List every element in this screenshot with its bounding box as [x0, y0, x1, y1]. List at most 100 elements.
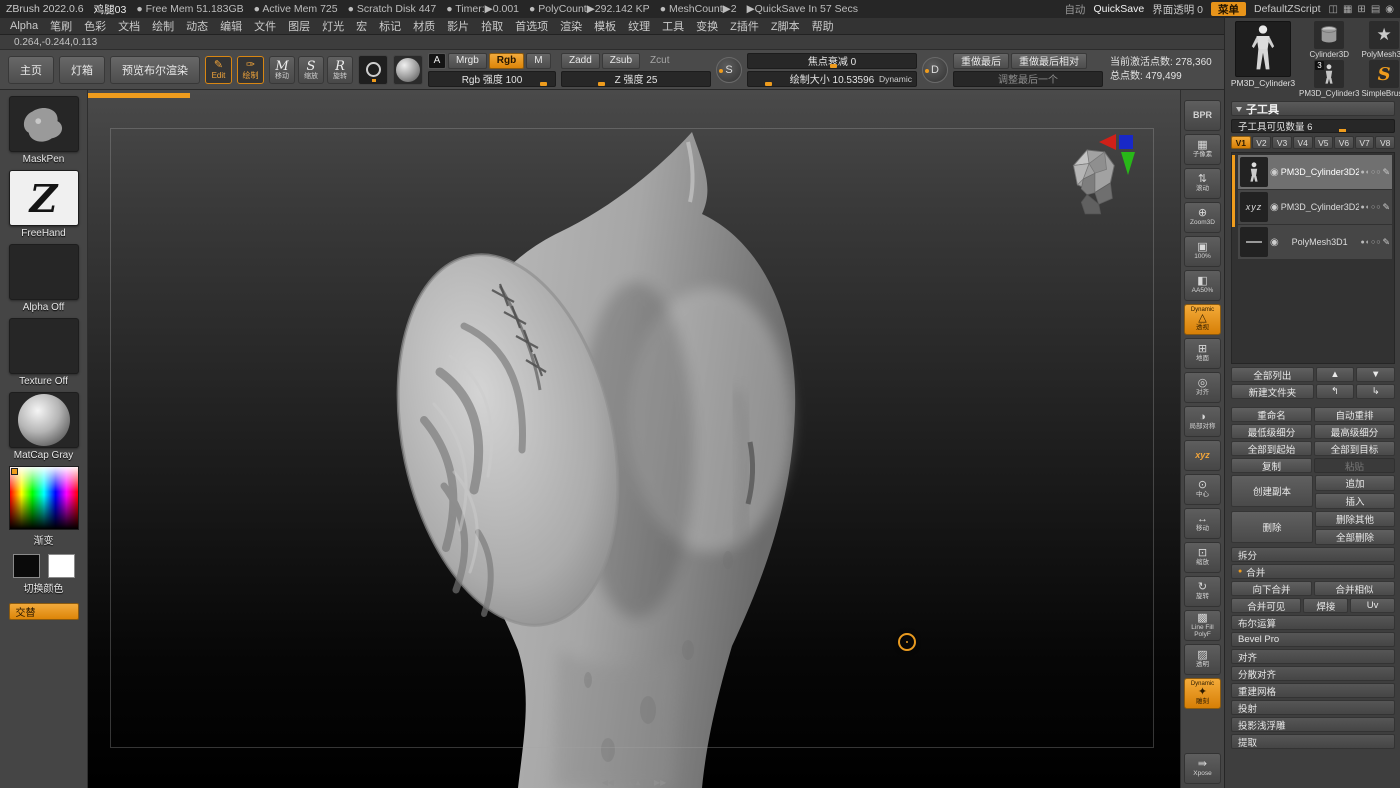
tool-item-3[interactable]: SSimpleBrush [1361, 60, 1400, 98]
current-stroke[interactable]: Z FreeHand [9, 170, 79, 239]
subtool-item[interactable]: ◉PM3D_Cylinder3D2●◐○○✎ [1238, 155, 1392, 189]
subtool-最高级细分-button[interactable]: 最高级细分 [1314, 424, 1395, 439]
delete-button[interactable]: 删除 [1231, 511, 1313, 543]
shelf-zoom3d-button[interactable]: ⊕Zoom3D [1184, 202, 1221, 233]
alpha-chip[interactable]: A [428, 53, 446, 69]
split-section[interactable]: 拆分 [1231, 547, 1395, 562]
quicksave-button[interactable]: QuickSave [1093, 3, 1144, 15]
preview-boolean-button[interactable]: 预览布尔渲染 [110, 56, 200, 84]
menu-item-18[interactable]: 纹理 [622, 18, 656, 34]
material-sphere-preview[interactable] [393, 55, 423, 85]
subtool-item[interactable]: ◉PolyMesh3D1●◐○○✎ [1238, 225, 1392, 259]
menu-item-22[interactable]: Z脚本 [765, 18, 806, 34]
toggle-dot-icon[interactable]: ○ [1376, 169, 1380, 176]
swap-color-button[interactable]: 交替 [9, 603, 79, 620]
shelf-scroll-button[interactable]: ⇅滚动 [1184, 168, 1221, 199]
adjust-last-slider[interactable]: 调整最后一个 [953, 71, 1103, 87]
menu-item-11[interactable]: 标记 [373, 18, 407, 34]
toggle-dot-icon[interactable]: ○ [1371, 169, 1375, 176]
shelf-rotate-button[interactable]: ↻旋转 [1184, 576, 1221, 607]
list-all-button[interactable]: 全部列出 [1231, 367, 1314, 382]
menu-item-13[interactable]: 影片 [441, 18, 475, 34]
weld-button[interactable]: 焊接 [1303, 598, 1348, 613]
subtool-最低级细分-button[interactable]: 最低级细分 [1231, 424, 1312, 439]
shelf-bpr-button[interactable]: BPR [1184, 100, 1221, 131]
subtool-palette-header[interactable]: 子工具 [1231, 101, 1395, 116]
subtool-全部到目标-button[interactable]: 全部到目标 [1314, 441, 1395, 456]
menu-item-6[interactable]: 编辑 [214, 18, 248, 34]
menu-item-14[interactable]: 拾取 [475, 18, 509, 34]
subtool-tab-V6[interactable]: V6 [1334, 136, 1354, 149]
menu-item-7[interactable]: 文件 [248, 18, 282, 34]
menu-item-2[interactable]: 色彩 [78, 18, 112, 34]
folder-in-button[interactable]: ↳ [1356, 384, 1395, 399]
current-alpha[interactable]: Alpha Off [9, 244, 79, 313]
subtool-复制-button[interactable]: 复制 [1231, 458, 1312, 473]
shelf-move-button[interactable]: ↔移动 [1184, 508, 1221, 539]
ui-opacity-slider[interactable]: 界面透明 0 [1152, 2, 1203, 17]
tool-item-2[interactable]: 3PM3D_Cylinder3 [1299, 60, 1359, 98]
toggle-dot-icon[interactable]: ◐ [1366, 204, 1370, 211]
paint-pen-icon[interactable]: ✎ [1382, 167, 1390, 178]
stroke-dial[interactable]: S [716, 57, 742, 83]
subtool-up-button[interactable]: ▲ [1316, 367, 1355, 382]
menu-item-16[interactable]: 渲染 [554, 18, 588, 34]
subtool-tab-V2[interactable]: V2 [1252, 136, 1272, 149]
draw-size-slider[interactable]: 绘制大小 10.53596 Dynamic [747, 71, 917, 87]
delete-other-button[interactable]: 删除其他 [1315, 511, 1395, 527]
primary-color-swatch[interactable] [13, 554, 40, 578]
subtool-down-button[interactable]: ▼ [1356, 367, 1395, 382]
merge-similar-button[interactable]: 合并相似 [1314, 581, 1395, 596]
titlebar-icon-1[interactable]: ▦ [1343, 4, 1352, 15]
subtool-visible-count-slider[interactable]: 子工具可见数量 6 [1231, 119, 1395, 133]
rgb-button[interactable]: Rgb [489, 53, 524, 69]
append-button[interactable]: 追加 [1315, 475, 1395, 491]
section-2[interactable]: 对齐 [1231, 649, 1395, 664]
toggle-dot-icon[interactable]: ○ [1376, 239, 1380, 246]
folder-out-button[interactable]: ↰ [1316, 384, 1355, 399]
toggle-dot-icon[interactable]: ◐ [1366, 169, 1370, 176]
shelf-actual-button[interactable]: ▣100% [1184, 236, 1221, 267]
subtool-item[interactable]: xyz◉PM3D_Cylinder3D2_7●◐○○✎ [1238, 190, 1392, 224]
home-button[interactable]: 主页 [8, 56, 54, 84]
shelf-floor-button[interactable]: ⊞地面 [1184, 338, 1221, 369]
zadd-button[interactable]: Zadd [561, 53, 600, 69]
gizmo-scale-button[interactable]: S缩放 [298, 56, 324, 84]
current-tool[interactable]: PM3D_Cylinder3 [1231, 21, 1295, 98]
visibility-eye-icon[interactable]: ◉ [1270, 202, 1279, 213]
subtool-tab-V8[interactable]: V8 [1375, 136, 1395, 149]
zcut-button[interactable]: Zcut [642, 53, 677, 69]
tool-item-1[interactable]: ★PolyMesh3D [1361, 21, 1400, 59]
section-6[interactable]: 投影浅浮雕 [1231, 717, 1395, 732]
lightbox-button[interactable]: 灯箱 [59, 56, 105, 84]
menu-item-8[interactable]: 图层 [282, 18, 316, 34]
visibility-eye-icon[interactable]: ◉ [1270, 167, 1279, 178]
shelf-local-symmetry-button[interactable]: ◑局部对称 [1184, 406, 1221, 437]
section-7[interactable]: 提取 [1231, 734, 1395, 749]
toggle-dot-icon[interactable]: ○ [1376, 204, 1380, 211]
merge-visible-button[interactable]: 合并可见 [1231, 598, 1301, 613]
menu-item-0[interactable]: Alpha [4, 18, 44, 34]
sculpt-model[interactable] [88, 90, 1180, 788]
nav-next-icon[interactable]: ▶▶ [654, 778, 666, 787]
shelf-snap-button[interactable]: ◎对齐 [1184, 372, 1221, 403]
menu-item-1[interactable]: 笔刷 [44, 18, 78, 34]
subtool-tab-V7[interactable]: V7 [1355, 136, 1375, 149]
gizmo-move-button[interactable]: M移动 [269, 56, 295, 84]
shelf-dynamic-sculpt-button[interactable]: Dynamic✦雕刻 [1184, 678, 1221, 709]
subtool-全部到起始-button[interactable]: 全部到起始 [1231, 441, 1312, 456]
subtool-tab-V1[interactable]: V1 [1231, 136, 1251, 149]
toggle-dot-icon[interactable]: ◐ [1366, 239, 1370, 246]
subtool-tab-V5[interactable]: V5 [1314, 136, 1334, 149]
toggle-dot-icon[interactable]: ● [1361, 204, 1365, 211]
uv-button[interactable]: Uv [1350, 598, 1395, 613]
subtool-tab-V3[interactable]: V3 [1272, 136, 1292, 149]
current-material[interactable]: MatCap Gray [9, 392, 79, 461]
mrgb-button[interactable]: Mrgb [448, 53, 487, 69]
menu-item-23[interactable]: 帮助 [806, 18, 840, 34]
section-5[interactable]: 投射 [1231, 700, 1395, 715]
nav-prev-icon[interactable]: ◀◀ [602, 778, 614, 787]
toggle-dot-icon[interactable]: ● [1361, 239, 1365, 246]
shelf-transparent-button[interactable]: ▨透明 [1184, 644, 1221, 675]
menu-item-10[interactable]: 宏 [350, 18, 373, 34]
